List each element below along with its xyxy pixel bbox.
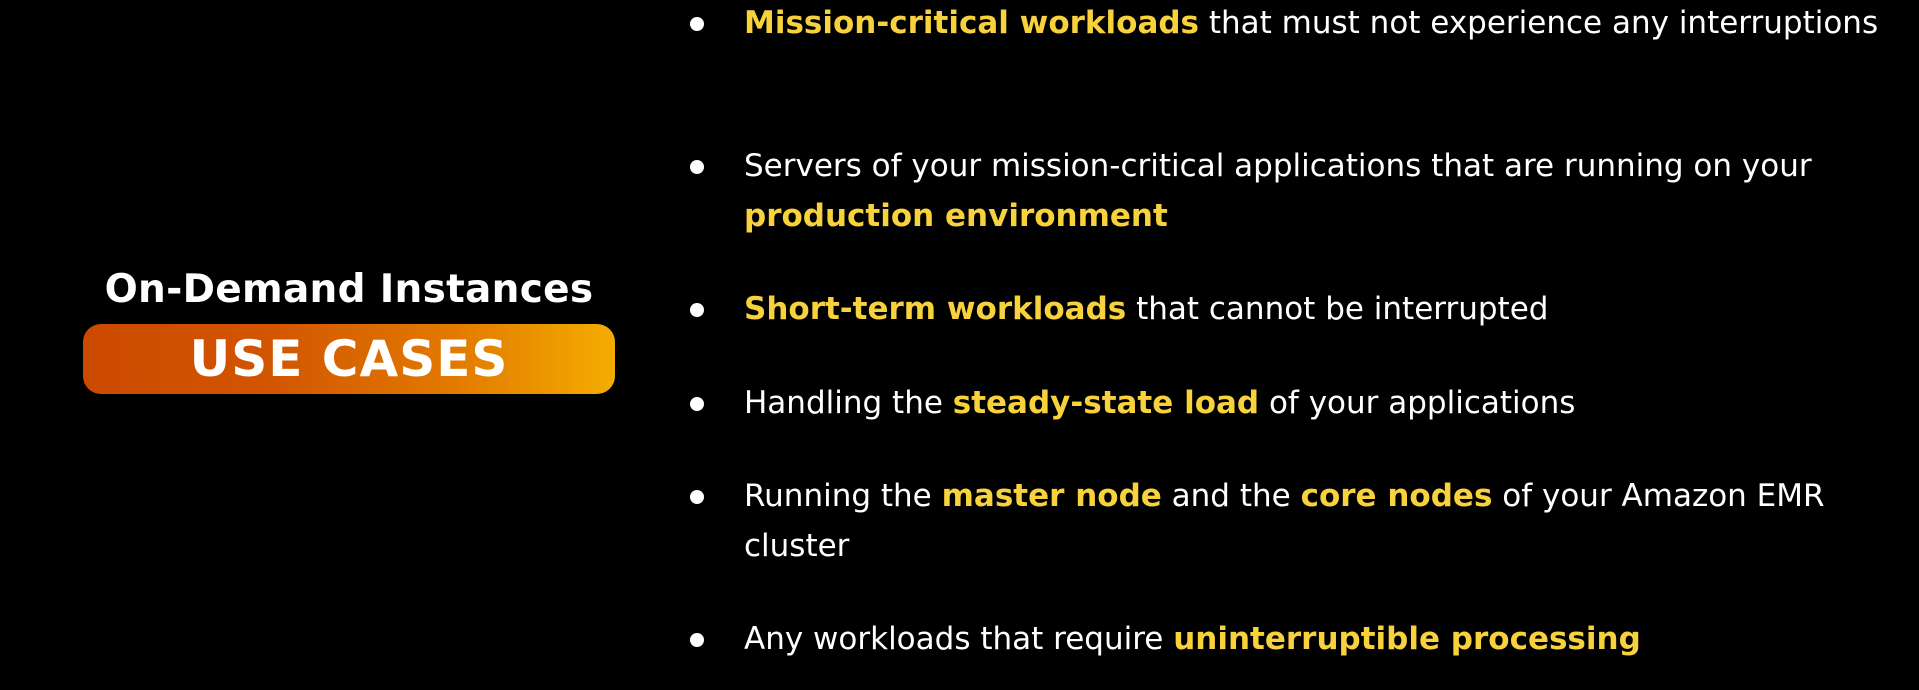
plain-text: of your applications xyxy=(1259,385,1576,421)
list-item-text: Servers of your mission-critical applica… xyxy=(744,141,1894,241)
plain-text: that must not experience any interruptio… xyxy=(1199,5,1879,41)
list-item-text: Handling the steady-state load of your a… xyxy=(744,378,1894,428)
bullet-icon xyxy=(690,490,704,504)
highlight-text: steady-state load xyxy=(952,385,1260,421)
list-item-text: Short-term workloads that cannot be inte… xyxy=(744,284,1894,334)
slide: On-Demand Instances USE CASES Mission-cr… xyxy=(0,0,1919,690)
bullet-icon xyxy=(690,17,704,31)
plain-text: Running the xyxy=(744,478,942,514)
highlight-text: Mission-critical workloads xyxy=(744,5,1200,41)
list-item-text: Mission-critical workloads that must not… xyxy=(744,0,1894,48)
plain-text: Servers of your mission-critical applica… xyxy=(744,148,1812,184)
plain-text: and the xyxy=(1161,478,1301,514)
highlight-text: uninterruptible processing xyxy=(1173,621,1641,657)
list-item-text: Any workloads that require uninterruptib… xyxy=(744,614,1894,664)
bullet-icon xyxy=(690,303,704,317)
list-item-text: Running the master node and the core nod… xyxy=(744,471,1894,571)
plain-text: Any workloads that require xyxy=(744,621,1174,657)
use-case-list: Mission-critical workloads that must not… xyxy=(0,0,1919,690)
highlight-text: production environment xyxy=(744,198,1168,234)
plain-text: Handling the xyxy=(744,385,953,421)
highlight-text: Short-term workloads xyxy=(744,291,1127,327)
plain-text: that cannot be interrupted xyxy=(1126,291,1549,327)
highlight-text: master node xyxy=(941,478,1162,514)
bullet-icon xyxy=(690,160,704,174)
bullet-icon xyxy=(690,397,704,411)
bullet-icon xyxy=(690,633,704,647)
highlight-text: core nodes xyxy=(1300,478,1493,514)
